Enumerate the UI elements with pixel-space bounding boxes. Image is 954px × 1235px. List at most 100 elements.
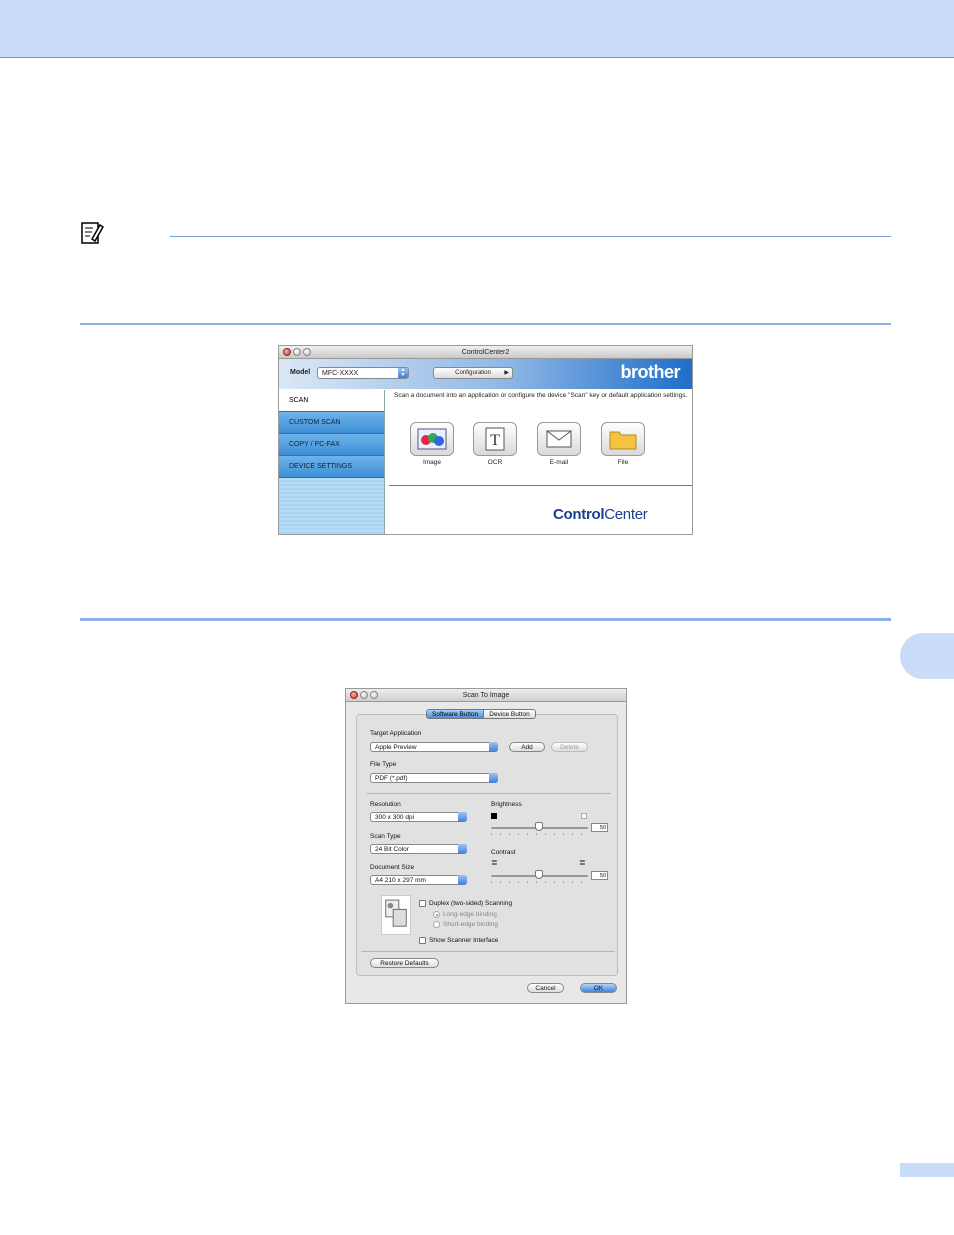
- resolution-value: 300 x 300 dpi: [375, 814, 415, 821]
- updown-arrow-icon: [458, 844, 467, 854]
- controlcenter-window: ControlCenter2 Model MFC-XXXX ▲ ▼ Configu…: [278, 345, 693, 535]
- tab-software-button[interactable]: Software Button: [427, 710, 485, 718]
- short-edge-radio[interactable]: [433, 921, 440, 928]
- dialog-window-controls: [350, 691, 378, 699]
- group-separator: [367, 793, 611, 794]
- resolution-select[interactable]: 300 x 300 dpi: [370, 812, 467, 822]
- dialog-zoom-icon[interactable]: [370, 691, 378, 699]
- chapter-tab: [900, 633, 954, 679]
- tab-custom-scan[interactable]: CUSTOM SCAN: [279, 412, 384, 434]
- scan-to-image-dialog: Scan To Image Software Button Device But…: [345, 688, 627, 1004]
- file-label: File: [617, 459, 629, 466]
- contrast-label: Contrast: [491, 849, 516, 856]
- high-contrast-icon: ≣: [579, 858, 586, 867]
- dialog-title: Scan To Image: [462, 692, 510, 699]
- updown-arrow-icon: [489, 742, 498, 752]
- document-size-label: Document Size: [370, 864, 415, 871]
- brightness-ticks: [491, 833, 588, 835]
- settings-group: Target Application Apple Preview Add Del…: [356, 714, 618, 976]
- scan-ocr-button[interactable]: T OCR: [472, 422, 518, 466]
- long-edge-radio[interactable]: [433, 911, 440, 918]
- close-icon[interactable]: [283, 348, 291, 356]
- restore-separator: [361, 951, 615, 952]
- zoom-icon[interactable]: [303, 348, 311, 356]
- scan-type-label: Scan Type: [370, 833, 401, 840]
- brother-logo: brother: [620, 362, 681, 382]
- controlcenter-main: Scan a document into an application or c…: [389, 390, 692, 534]
- page-header-band: [0, 0, 954, 58]
- updown-arrow-icon: [458, 812, 467, 822]
- note-end-rule: [80, 323, 891, 325]
- ok-button[interactable]: OK: [580, 983, 617, 993]
- email-icon: [537, 422, 581, 456]
- delete-button[interactable]: Delete: [551, 742, 588, 752]
- controlcenter-sidebar: SCAN CUSTOM SCAN COPY / PC-FAX DEVICE SE…: [279, 390, 385, 534]
- ocr-label: OCR: [487, 459, 503, 466]
- note-pencil-icon: [81, 222, 104, 244]
- brightness-slider-thumb[interactable]: [535, 822, 543, 831]
- scan-description: Scan a document into an application or c…: [394, 392, 688, 399]
- scan-type-select[interactable]: 24 Bit Color: [370, 844, 467, 854]
- duplex-label: Duplex (two-sided) Scanning: [429, 900, 513, 907]
- configuration-label: Configuration: [455, 370, 491, 376]
- section-rule: [80, 618, 891, 621]
- dialog-titlebar: Scan To Image: [346, 689, 626, 702]
- contrast-value-field[interactable]: 50: [591, 871, 608, 880]
- button-type-segmented: Software Button Device Button: [426, 709, 536, 719]
- updown-arrow-icon: [489, 773, 498, 783]
- resolution-label: Resolution: [370, 801, 401, 808]
- show-scanner-label: Show Scanner Interface: [429, 937, 499, 944]
- model-label: Model: [290, 369, 311, 376]
- page-number-tab: [900, 1163, 954, 1177]
- restore-defaults-button[interactable]: Restore Defaults: [370, 958, 439, 968]
- logo-bold: Control: [553, 506, 605, 523]
- add-button[interactable]: Add: [509, 742, 545, 752]
- tab-device-settings[interactable]: DEVICE SETTINGS: [279, 456, 384, 478]
- brightness-label: Brightness: [491, 801, 522, 808]
- scan-file-button[interactable]: File: [600, 422, 646, 466]
- file-type-value: PDF (*.pdf): [375, 775, 408, 782]
- brightness-value-field[interactable]: 50: [591, 823, 608, 832]
- scan-image-button[interactable]: Image: [409, 422, 455, 466]
- svg-text:T: T: [490, 432, 500, 449]
- model-select[interactable]: MFC-XXXX ▲ ▼: [317, 367, 409, 379]
- duplex-pages-icon: [381, 895, 411, 935]
- dialog-close-icon[interactable]: [350, 691, 358, 699]
- updown-arrow-icon: ▲ ▼: [398, 368, 408, 378]
- scan-email-button[interactable]: E-mail: [536, 422, 582, 466]
- controlcenter-titlebar: ControlCenter2: [279, 346, 692, 359]
- light-square-icon: [581, 813, 587, 819]
- dark-square-icon: [491, 813, 497, 819]
- triangle-right-icon: ▶: [504, 370, 509, 376]
- low-contrast-icon: ≣: [491, 858, 498, 867]
- note-rule: [170, 236, 891, 237]
- scan-type-value: 24 Bit Color: [375, 846, 409, 853]
- target-application-label: Target Application: [370, 730, 422, 737]
- tab-scan[interactable]: SCAN: [279, 390, 384, 412]
- image-icon: [410, 422, 454, 456]
- controlcenter-divider: [389, 485, 692, 486]
- ocr-icon: T: [473, 422, 517, 456]
- contrast-ticks: [491, 881, 588, 883]
- tab-copy-pc-fax[interactable]: COPY / PC-FAX: [279, 434, 384, 456]
- tab-device-button[interactable]: Device Button: [484, 710, 535, 718]
- cancel-button[interactable]: Cancel: [527, 983, 564, 993]
- document-size-value: A4 210 x 297 mm: [375, 877, 426, 884]
- controlcenter-toolbar: Model MFC-XXXX ▲ ▼ Configuration ▶ brothe…: [279, 359, 692, 389]
- minimize-icon[interactable]: [293, 348, 301, 356]
- email-label: E-mail: [549, 459, 569, 466]
- duplex-checkbox[interactable]: [419, 900, 426, 907]
- file-type-select[interactable]: PDF (*.pdf): [370, 773, 498, 783]
- show-scanner-checkbox[interactable]: [419, 937, 426, 944]
- file-type-label: File Type: [370, 761, 397, 768]
- dialog-minimize-icon[interactable]: [360, 691, 368, 699]
- window-controls: [283, 348, 311, 356]
- long-edge-label: Long-edge binding: [443, 911, 497, 918]
- target-application-select[interactable]: Apple Preview: [370, 742, 498, 752]
- updown-arrow-icon: [458, 875, 467, 885]
- configuration-button[interactable]: Configuration ▶: [433, 367, 513, 379]
- logo-light: Center: [604, 506, 648, 523]
- document-size-select[interactable]: A4 210 x 297 mm: [370, 875, 467, 885]
- folder-icon: [601, 422, 645, 456]
- contrast-slider-thumb[interactable]: [535, 870, 543, 879]
